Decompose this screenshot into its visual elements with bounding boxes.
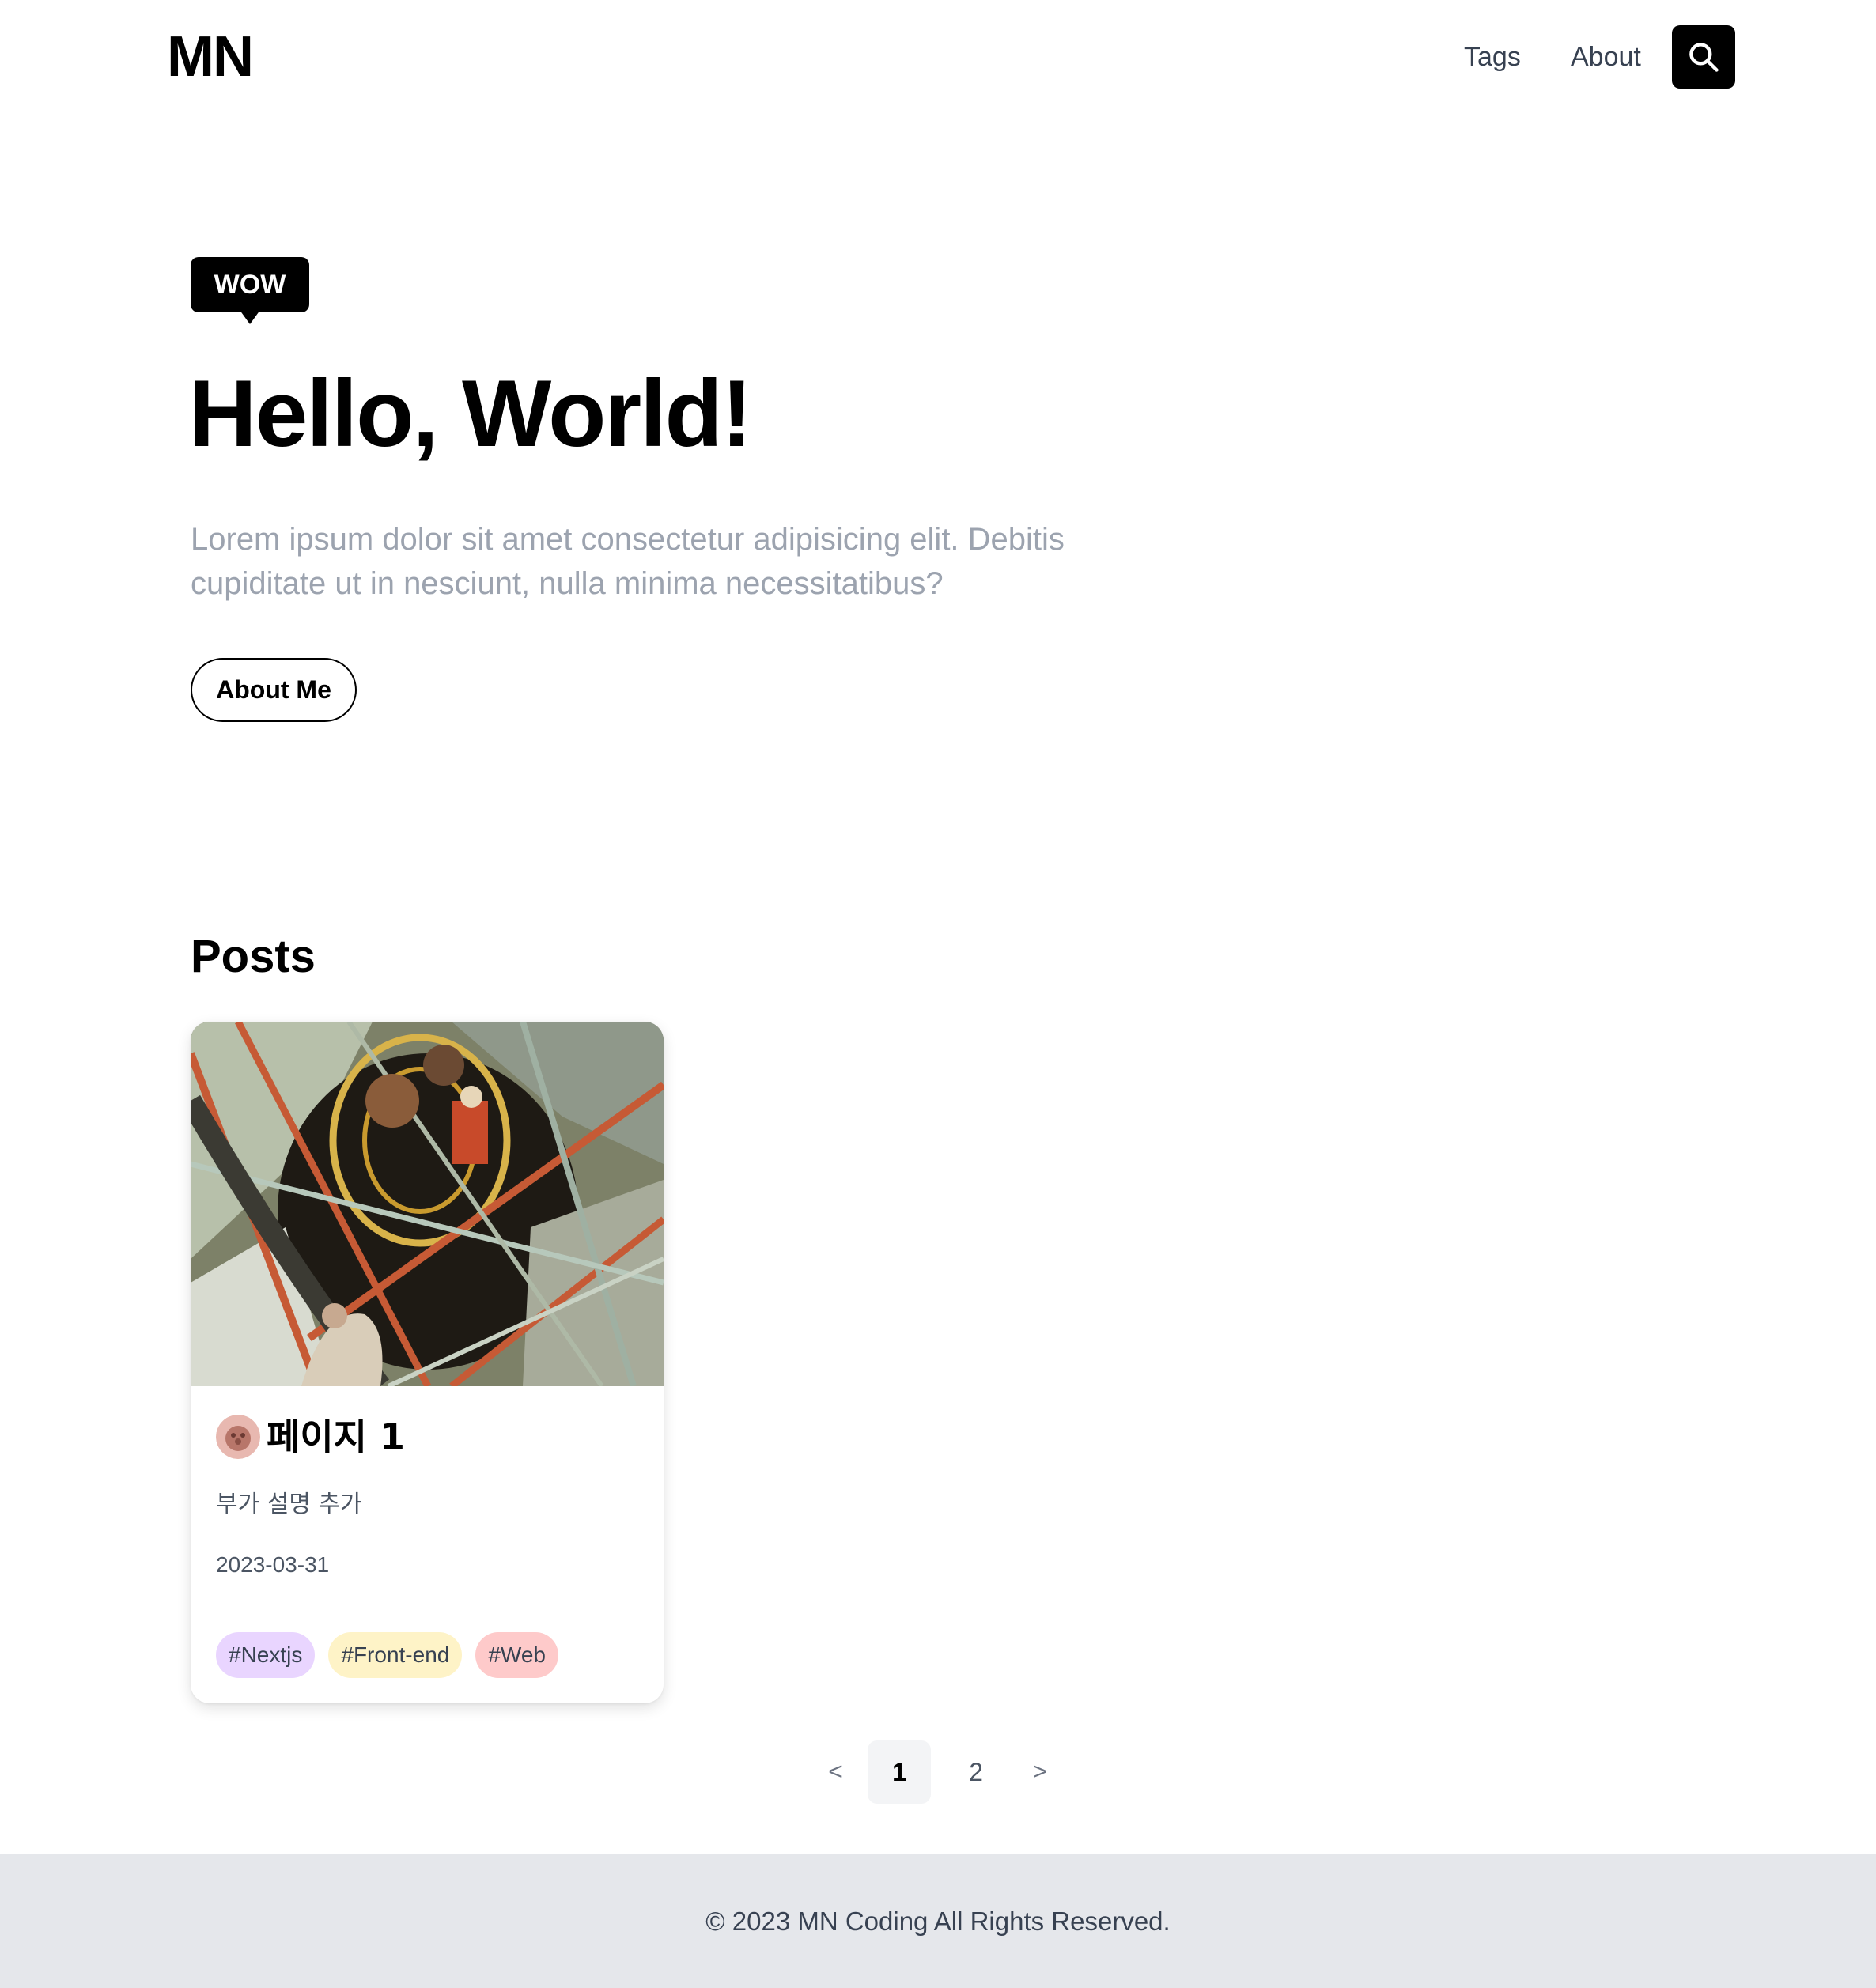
telescope-photo: [191, 1022, 664, 1386]
post-tags: #Nextjs #Front-end #Web: [216, 1632, 558, 1678]
site-header: MN Tags About: [0, 0, 1876, 115]
pagination-page-1[interactable]: 1: [868, 1740, 931, 1804]
search-icon: [1689, 43, 1719, 72]
hero-title: Hello, World!: [188, 361, 753, 467]
hero-description: Lorem ipsum dolor sit amet consectetur a…: [191, 522, 1065, 601]
post-card[interactable]: 페이지 1 부가 설명 추가 2023-03-31 #Nextjs #Front…: [191, 1022, 664, 1703]
pagination-next-button[interactable]: >: [1021, 1740, 1059, 1804]
post-date: 2023-03-31: [216, 1552, 330, 1577]
site-logo[interactable]: MN: [167, 24, 254, 91]
post-thumbnail[interactable]: [191, 1022, 664, 1386]
nav-link-tags[interactable]: Tags: [1464, 38, 1521, 76]
pagination: < 1 2 >: [816, 1740, 1059, 1804]
about-me-button[interactable]: About Me: [191, 658, 357, 722]
nav-link-about[interactable]: About: [1571, 38, 1641, 76]
search-button[interactable]: [1672, 25, 1735, 89]
site-footer: © 2023 MN Coding All Rights Reserved.: [0, 1854, 1876, 1988]
footer-copyright: © 2023 MN Coding All Rights Reserved.: [705, 1906, 1171, 1936]
posts-heading: Posts: [191, 931, 316, 982]
wow-badge: WOW: [191, 257, 309, 312]
tag-nextjs[interactable]: #Nextjs: [216, 1632, 316, 1678]
tag-front-end[interactable]: #Front-end: [328, 1632, 463, 1678]
pagination-prev-button[interactable]: <: [816, 1740, 854, 1804]
post-title[interactable]: 페이지 1: [267, 1412, 405, 1462]
badge-tail: [240, 310, 260, 324]
pagination-page-2[interactable]: 2: [944, 1740, 1008, 1804]
author-avatar: [216, 1415, 260, 1459]
tag-web[interactable]: #Web: [475, 1632, 558, 1678]
post-subtitle: 부가 설명 추가: [216, 1491, 362, 1518]
